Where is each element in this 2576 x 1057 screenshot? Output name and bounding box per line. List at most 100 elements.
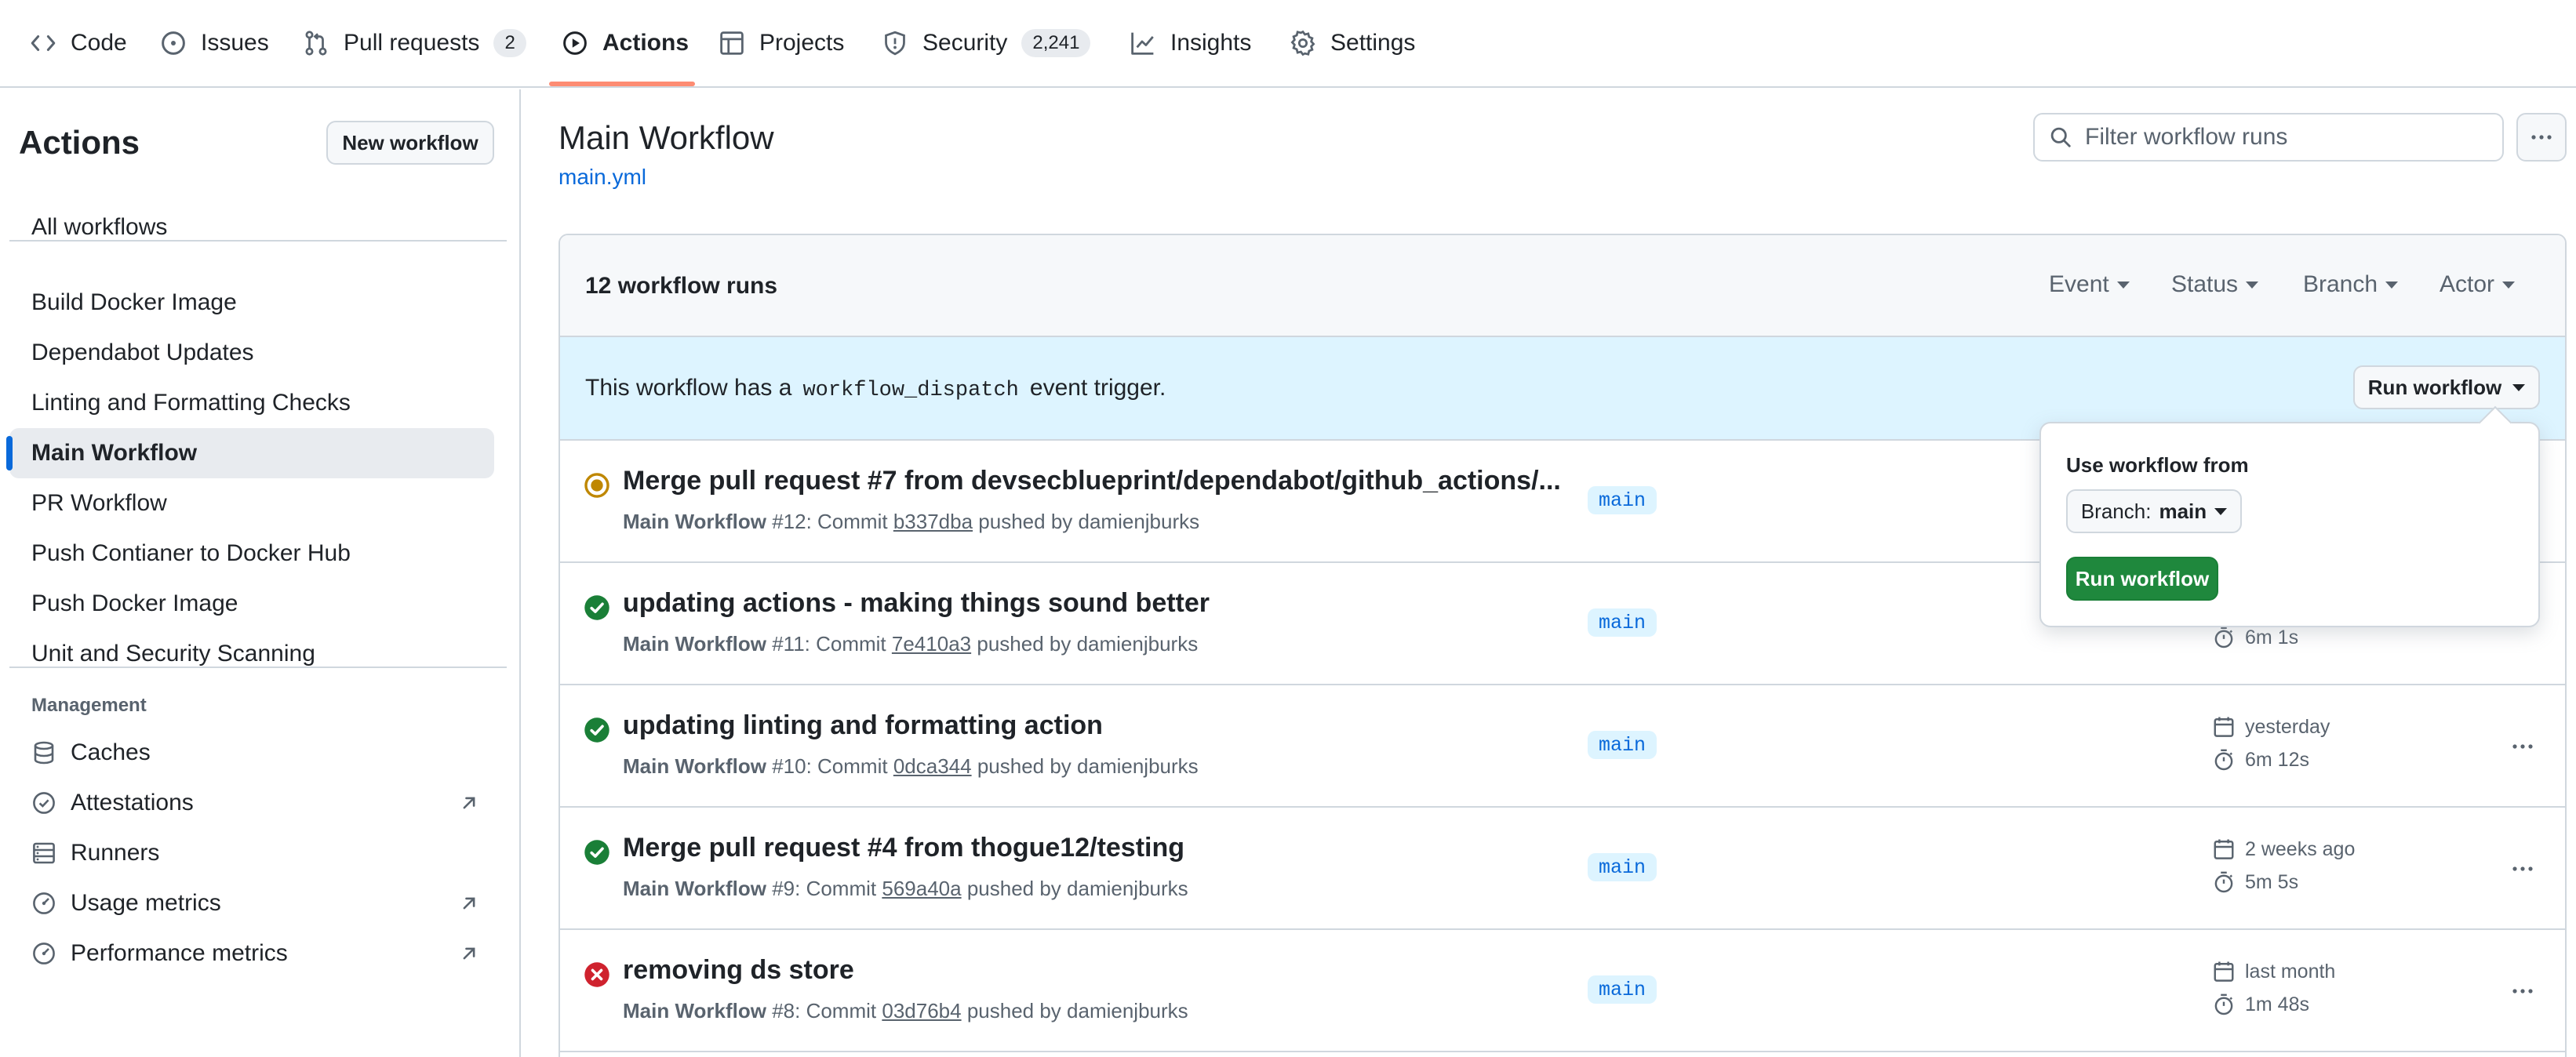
tab-pull-requests[interactable]: Pull requests 2 (303, 0, 526, 86)
workflow-run-row[interactable]: Merge pull request #4 from thogue12/test… (560, 808, 2565, 930)
run-workflow-dropdown-button[interactable]: Run workflow (2353, 365, 2540, 409)
workflow-run-row[interactable]: removing ds store Main Workflow #8: Comm… (560, 930, 2565, 1052)
filter-input[interactable] (2085, 124, 2493, 151)
commit-sha-link[interactable]: b337dba (893, 510, 973, 533)
caret-down-icon (2502, 281, 2516, 289)
run-workflow-button[interactable]: Run workflow (2066, 557, 2218, 601)
run-title[interactable]: Merge pull request #7 from devsecbluepri… (623, 466, 1561, 496)
sidebar-item-all-workflows[interactable]: All workflows (9, 202, 494, 252)
sidebar-item-main-workflow[interactable]: Main Workflow (6, 428, 494, 478)
tab-insights[interactable]: Insights (1130, 0, 1251, 86)
sidebar-item-linting-formatting[interactable]: Linting and Formatting Checks (9, 378, 494, 428)
external-link-icon (463, 897, 475, 910)
branch-label[interactable]: main (1588, 486, 1657, 514)
sidebar-item-label: Performance metrics (71, 940, 288, 966)
play-icon (563, 31, 587, 55)
filter-workflow-runs[interactable] (2033, 113, 2504, 162)
run-options-button[interactable] (2504, 728, 2541, 765)
sidebar-divider (9, 240, 507, 242)
sidebar-item-label: Runners (71, 840, 160, 866)
filter-label: Branch (2303, 271, 2378, 297)
tab-security[interactable]: Security 2,241 (882, 0, 1091, 86)
run-options-button[interactable] (2504, 850, 2541, 888)
run-title[interactable]: updating linting and formatting action (623, 710, 1103, 741)
sidebar-item-usage-metrics[interactable]: Usage metrics (9, 878, 494, 928)
workflow-runs-list: 12 workflow runs Event Status Branch Act… (558, 234, 2567, 1057)
time-text: 2 weeks ago (2245, 837, 2356, 860)
sidebar-item-pr-workflow[interactable]: PR Workflow (9, 478, 494, 528)
sidebar-item-build-docker-image[interactable]: Build Docker Image (9, 278, 494, 328)
table-icon (720, 31, 744, 55)
caret-down-icon (2385, 281, 2399, 289)
branch-label[interactable]: main (1588, 975, 1657, 1004)
graph-icon (1131, 32, 1154, 55)
database-icon (34, 741, 54, 765)
run-meta: Main Workflow #8: Commit 03d76b4 pushed … (623, 999, 1188, 1023)
dispatch-prefix: This workflow has a (585, 375, 792, 401)
run-meta: Main Workflow #11: Commit 7e410a3 pushed… (623, 632, 1198, 656)
sidebar-item-unit-security[interactable]: Unit and Security Scanning (9, 629, 494, 679)
sidebar-item-caches[interactable]: Caches (9, 728, 494, 778)
search-icon (2050, 127, 2071, 147)
sidebar-item-attestations[interactable]: Attestations (9, 778, 494, 828)
workflow-run-row[interactable]: updating linting and formatting action M… (560, 685, 2565, 808)
branch-filter[interactable]: Branch (2303, 271, 2399, 298)
kebab-horizontal-icon (2531, 135, 2552, 140)
management-heading: Management (31, 695, 147, 716)
commit-sha-link[interactable]: 03d76b4 (882, 999, 961, 1022)
branch-label[interactable]: main (1588, 608, 1657, 637)
branch-value: main (2159, 499, 2207, 523)
commit-sha-link[interactable]: 7e410a3 (892, 632, 971, 656)
run-author: pushed by damienjburks (977, 754, 1199, 778)
status-filter[interactable]: Status (2171, 271, 2259, 298)
tab-projects[interactable]: Projects (719, 0, 844, 86)
commit-sha-link[interactable]: 569a40a (882, 877, 961, 900)
run-duration: 1m 48s (2212, 993, 2309, 1016)
branch-label[interactable]: main (1588, 731, 1657, 759)
new-workflow-button[interactable]: New workflow (326, 121, 494, 165)
check-circle-icon (584, 595, 609, 620)
run-workflow-name: Main Workflow (623, 999, 766, 1022)
actor-filter[interactable]: Actor (2440, 271, 2516, 298)
caret-down-icon (2246, 281, 2259, 289)
sidebar-item-push-container[interactable]: Push Contianer to Docker Hub (9, 528, 494, 579)
run-title[interactable]: Merge pull request #4 from thogue12/test… (623, 833, 1184, 863)
tab-label: Projects (759, 30, 845, 56)
calendar-icon (2214, 717, 2234, 737)
runs-header: 12 workflow runs Event Status Branch Act… (560, 235, 2565, 337)
workflow-file-link[interactable]: main.yml (558, 165, 646, 190)
tab-actions[interactable]: Actions (562, 0, 689, 86)
actions-sidebar: Actions New workflow All workflows Build… (0, 89, 521, 1057)
tab-settings[interactable]: Settings (1290, 0, 1415, 86)
sidebar-item-runners[interactable]: Runners (9, 828, 494, 878)
run-title[interactable]: removing ds store (623, 955, 854, 986)
duration-text: 1m 48s (2245, 993, 2309, 1015)
sidebar-item-dependabot-updates[interactable]: Dependabot Updates (9, 328, 494, 378)
time-text: last month (2245, 960, 2336, 983)
run-options-button[interactable] (2504, 972, 2541, 1010)
active-tab-indicator (549, 82, 695, 86)
run-title[interactable]: updating actions - making things sound b… (623, 588, 1210, 619)
event-filter[interactable]: Event (2049, 271, 2130, 298)
stopwatch-icon (2214, 627, 2233, 648)
more-options-button[interactable] (2516, 113, 2567, 162)
sidebar-item-push-docker-image[interactable]: Push Docker Image (9, 579, 494, 629)
branch-select-button[interactable]: Branch: main (2066, 489, 2242, 533)
dispatch-code: workflow_dispatch (802, 379, 1019, 402)
pull-requests-count: 2 (493, 29, 526, 57)
run-author: pushed by damienjburks (978, 510, 1200, 533)
run-workflow-popover: Use workflow from Branch: main Run workf… (2039, 422, 2540, 627)
tab-code[interactable]: Code (30, 0, 127, 86)
run-author: pushed by damienjburks (977, 632, 1199, 656)
filter-label: Status (2171, 271, 2239, 297)
tab-label: Code (71, 30, 127, 56)
page-title: Main Workflow (558, 119, 774, 156)
caret-down-icon (2214, 507, 2228, 515)
meter-icon (33, 943, 55, 964)
gear-icon (1290, 30, 1315, 56)
server-icon (33, 842, 55, 864)
tab-issues[interactable]: Issues (160, 0, 269, 86)
sidebar-item-performance-metrics[interactable]: Performance metrics (9, 928, 494, 979)
branch-label[interactable]: main (1588, 853, 1657, 881)
commit-sha-link[interactable]: 0dca344 (893, 754, 972, 778)
